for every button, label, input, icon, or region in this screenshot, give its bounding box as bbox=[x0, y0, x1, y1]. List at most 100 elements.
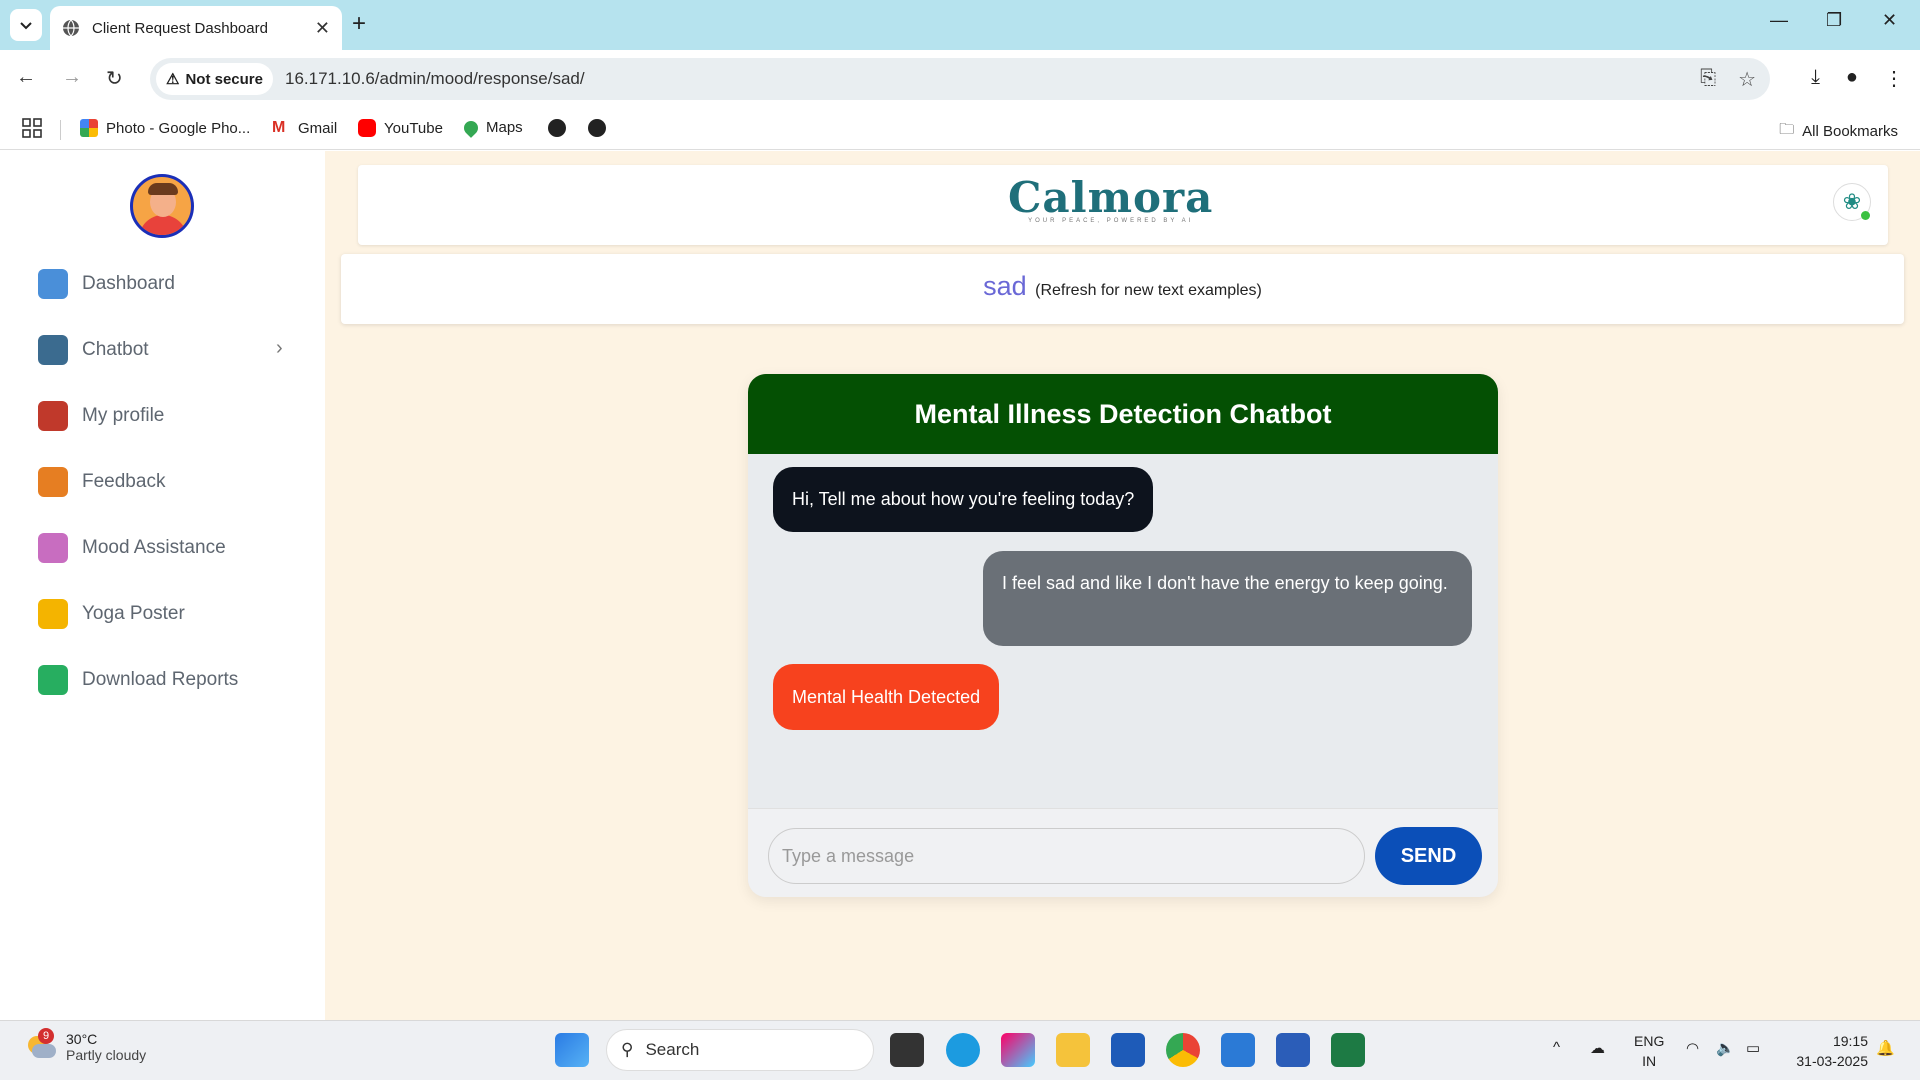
sidebar-item-label: Mood Assistance bbox=[82, 537, 226, 558]
url-text[interactable]: 16.171.10.6/admin/mood/response/sad/ bbox=[285, 69, 585, 89]
browser-tab-strip: Client Request Dashboard ✕ + — ❐ ✕ bbox=[0, 0, 1920, 50]
maps-pin-icon bbox=[461, 117, 481, 138]
back-icon[interactable]: ← bbox=[16, 66, 36, 89]
feedback-icon bbox=[38, 467, 68, 497]
security-chip[interactable]: ⚠ Not secure bbox=[156, 63, 273, 95]
avatar[interactable] bbox=[130, 174, 194, 238]
sidebar-item-label: Download Reports bbox=[82, 669, 239, 690]
copilot-icon[interactable] bbox=[1001, 1033, 1035, 1067]
task-view-icon[interactable] bbox=[890, 1033, 924, 1067]
bookmark-youtube[interactable]: YouTube bbox=[358, 119, 443, 137]
sidebar-item-chatbot[interactable]: Chatbot bbox=[38, 335, 149, 365]
omnibox[interactable]: ⚠ Not secure 16.171.10.6/admin/mood/resp… bbox=[150, 58, 1770, 100]
tab-title: Client Request Dashboard bbox=[92, 19, 268, 37]
forward-icon[interactable]: → bbox=[62, 66, 82, 89]
sidebar-item-yoga-poster[interactable]: Yoga Poster bbox=[38, 599, 185, 629]
excel-icon[interactable] bbox=[1331, 1033, 1365, 1067]
profile-card-icon bbox=[38, 401, 68, 431]
avatar-body bbox=[139, 215, 187, 235]
clock-time: 19:15 bbox=[1832, 1033, 1868, 1049]
bookmarks-bar: Photo - Google Pho... M Gmail YouTube Ma… bbox=[0, 108, 1920, 150]
address-bar-row: ← → ↻ ⚠ Not secure 16.171.10.6/admin/moo… bbox=[0, 50, 1920, 108]
mood-hint: (Refresh for new text examples) bbox=[1035, 282, 1262, 299]
windows-taskbar: 9 30°C Partly cloudy ⚲ Search ^ ☁ ENG IN… bbox=[0, 1020, 1920, 1080]
sidebar-item-mood-assistance[interactable]: Mood Assistance bbox=[38, 533, 226, 563]
tab-search-button[interactable] bbox=[10, 9, 42, 41]
chevron-up-icon[interactable]: ^ bbox=[1553, 1039, 1560, 1056]
dashboard-icon bbox=[38, 269, 68, 299]
omnibox-actions: ⎘ ☆ bbox=[1700, 67, 1756, 92]
minimize-icon[interactable]: — bbox=[1770, 10, 1788, 31]
bookmark-globe-2[interactable] bbox=[588, 119, 606, 137]
window-close-icon[interactable]: ✕ bbox=[1882, 10, 1897, 31]
system-clock[interactable]: 19:15 31-03-2025 bbox=[1796, 1031, 1868, 1071]
taskbar-search[interactable]: ⚲ Search bbox=[606, 1029, 874, 1071]
vscode-icon[interactable] bbox=[1221, 1033, 1255, 1067]
restore-icon[interactable]: ❐ bbox=[1826, 10, 1842, 31]
all-bookmarks[interactable]: 🗀 All Bookmarks bbox=[1779, 119, 1898, 144]
sidebar-item-label: Dashboard bbox=[82, 273, 175, 294]
online-status-dot bbox=[1861, 211, 1870, 220]
chat-input-bar: Type a message SEND bbox=[748, 808, 1498, 897]
taskbar-search-label: Search bbox=[645, 1040, 700, 1059]
menu-icon[interactable]: ⋮ bbox=[1884, 66, 1904, 91]
volume-icon[interactable]: 🔈 bbox=[1716, 1039, 1735, 1057]
notifications-icon[interactable]: 🔔 bbox=[1876, 1039, 1895, 1057]
chevron-right-icon[interactable]: › bbox=[276, 337, 283, 360]
notification-badge: 9 bbox=[38, 1028, 54, 1044]
reload-icon[interactable]: ↻ bbox=[106, 66, 123, 91]
word-icon[interactable] bbox=[1276, 1033, 1310, 1067]
store-icon[interactable] bbox=[1111, 1033, 1145, 1067]
mood-card: sad (Refresh for new text examples) bbox=[341, 254, 1904, 324]
detection-result-message: Mental Health Detected bbox=[773, 664, 1000, 730]
globe-icon bbox=[548, 119, 566, 137]
divider bbox=[60, 120, 61, 140]
bookmark-maps[interactable]: Maps bbox=[461, 117, 523, 138]
wifi-icon[interactable]: ◠ bbox=[1686, 1039, 1699, 1057]
sidebar-item-label: My profile bbox=[82, 405, 165, 426]
new-tab-button[interactable]: + bbox=[352, 10, 366, 38]
chrome-icon[interactable] bbox=[1166, 1033, 1200, 1067]
message-input[interactable]: Type a message bbox=[768, 828, 1365, 884]
brand-name: Calmora bbox=[1008, 173, 1214, 222]
chatbot-title: Mental Illness Detection Chatbot bbox=[748, 374, 1498, 454]
brand-logo[interactable]: Calmora YOUR PEACE, POWERED BY AI bbox=[1008, 173, 1213, 224]
security-label: Not secure bbox=[185, 70, 263, 88]
avatar-hair bbox=[148, 183, 178, 195]
bookmark-globe-1[interactable] bbox=[548, 119, 566, 137]
all-bookmarks-label: All Bookmarks bbox=[1802, 123, 1898, 140]
folder-icon: 🗀 bbox=[1779, 121, 1795, 138]
apps-grid-icon[interactable] bbox=[22, 118, 42, 138]
windows-start-icon[interactable] bbox=[555, 1033, 589, 1067]
yoga-icon bbox=[38, 599, 68, 629]
browser-tab[interactable]: Client Request Dashboard ✕ bbox=[50, 6, 342, 50]
globe-icon bbox=[588, 119, 606, 137]
sidebar-item-dashboard[interactable]: Dashboard bbox=[38, 269, 175, 299]
bookmark-star-icon[interactable]: ☆ bbox=[1738, 67, 1756, 92]
battery-icon[interactable]: ▭ bbox=[1746, 1039, 1760, 1057]
edge-icon[interactable] bbox=[946, 1033, 980, 1067]
bookmark-photos[interactable]: Photo - Google Pho... bbox=[80, 119, 250, 137]
send-button[interactable]: SEND bbox=[1375, 827, 1482, 885]
sidebar-item-feedback[interactable]: Feedback bbox=[38, 467, 165, 497]
mood-value: sad bbox=[983, 271, 1027, 301]
weather-widget[interactable]: 9 30°C Partly cloudy bbox=[24, 1028, 146, 1063]
language-indicator[interactable]: ENG IN bbox=[1634, 1031, 1664, 1071]
sidebar-item-my-profile[interactable]: My profile bbox=[38, 401, 164, 431]
warning-icon: ⚠ bbox=[166, 71, 180, 88]
globe-icon bbox=[63, 19, 79, 37]
close-tab-icon[interactable]: ✕ bbox=[315, 18, 330, 39]
translate-icon[interactable]: ⎘ bbox=[1700, 67, 1716, 92]
download-icon[interactable]: ⤓ bbox=[1811, 66, 1820, 91]
sidebar-item-label: Chatbot bbox=[82, 339, 149, 360]
bookmark-label: Maps bbox=[486, 119, 523, 136]
file-explorer-icon[interactable] bbox=[1056, 1033, 1090, 1067]
language-code: ENG bbox=[1634, 1033, 1665, 1049]
bookmark-label: YouTube bbox=[384, 119, 443, 137]
search-icon: ⚲ bbox=[621, 1040, 634, 1059]
bookmark-gmail[interactable]: M Gmail bbox=[272, 119, 337, 137]
profile-icon[interactable]: ● bbox=[1846, 66, 1858, 91]
temperature: 30°C bbox=[66, 1031, 98, 1047]
sidebar-item-download-reports[interactable]: Download Reports bbox=[38, 665, 238, 695]
onedrive-icon[interactable]: ☁ bbox=[1590, 1039, 1605, 1057]
